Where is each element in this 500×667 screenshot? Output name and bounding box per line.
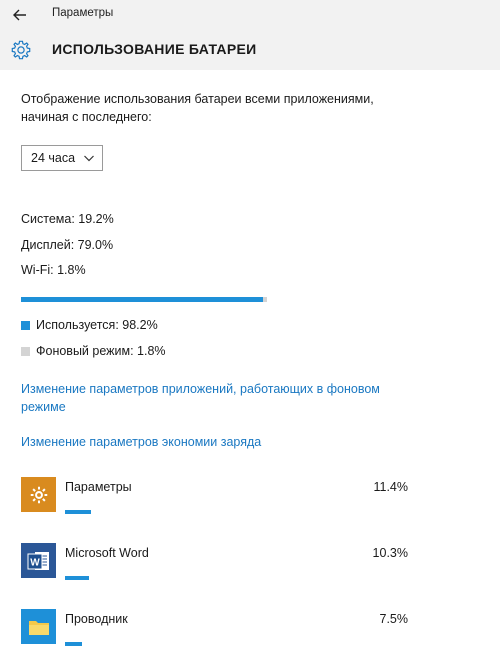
legend-used-label: Используется: 98.2% [36, 318, 158, 332]
app-name: Параметры [65, 480, 132, 494]
period-selected-value: 24 часа [31, 151, 76, 165]
page-header: ИСПОЛЬЗОВАНИЕ БАТАРЕИ [0, 30, 500, 70]
app-usage-bar [65, 642, 82, 646]
gear-icon [11, 40, 31, 60]
app-name: Проводник [65, 612, 128, 626]
stat-wifi: Wi-Fi: 1.8% [21, 263, 86, 277]
usage-bar-fill [21, 297, 263, 302]
title-bar: Параметры [0, 0, 500, 30]
app-percent: 7.5% [379, 612, 409, 626]
legend-background-label: Фоновый режим: 1.8% [36, 344, 166, 358]
window-title: Параметры [52, 7, 114, 19]
page-title: ИСПОЛЬЗОВАНИЕ БАТАРЕИ [52, 41, 257, 57]
app-row-settings[interactable]: Параметры 11.4% [21, 477, 421, 535]
back-arrow-icon [13, 9, 26, 21]
app-percent: 11.4% [373, 480, 408, 494]
word-icon: W [21, 543, 56, 578]
back-button[interactable] [8, 4, 32, 26]
battery-saver-link[interactable]: Изменение параметров экономии заряда [21, 433, 261, 451]
stat-display: Дисплей: 79.0% [21, 238, 114, 252]
chevron-down-icon [84, 155, 94, 162]
period-dropdown[interactable]: 24 часа [21, 145, 103, 171]
app-percent: 10.3% [372, 546, 408, 560]
usage-bar [21, 297, 267, 302]
background-swatch [21, 346, 30, 356]
used-swatch [21, 320, 30, 330]
usage-description: Отображение использования батареи всеми … [21, 92, 374, 124]
app-row-explorer[interactable]: Проводник 7.5% [21, 609, 421, 667]
app-name: Microsoft Word [65, 546, 149, 560]
background-apps-link[interactable]: Изменение параметров приложений, работаю… [21, 380, 421, 416]
legend-used: Используется: 98.2% [21, 318, 158, 332]
app-row-word[interactable]: W Microsoft Word 10.3% [21, 543, 421, 601]
app-usage-bar [65, 576, 89, 580]
app-usage-bar [65, 510, 91, 514]
svg-text:W: W [30, 557, 40, 568]
legend-background: Фоновый режим: 1.8% [21, 344, 166, 358]
stat-system: Система: 19.2% [21, 212, 114, 226]
gear-icon [21, 477, 56, 512]
